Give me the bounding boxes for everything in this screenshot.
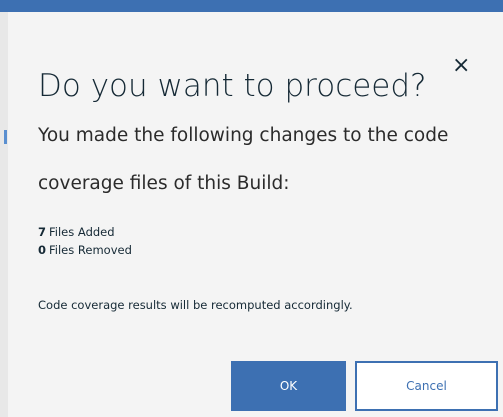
files-removed-row: 0 Files Removed bbox=[38, 241, 132, 259]
files-added-row: 7 Files Added bbox=[38, 223, 132, 241]
files-added-count: 7 bbox=[38, 225, 47, 239]
background-edge bbox=[0, 12, 8, 417]
files-removed-count: 0 bbox=[38, 243, 47, 257]
change-summary: 7 Files Added 0 Files Removed bbox=[38, 223, 132, 259]
dialog-title: Do you want to proceed? bbox=[38, 68, 427, 104]
top-accent-bar bbox=[0, 0, 503, 12]
cancel-button[interactable]: Cancel bbox=[355, 361, 498, 411]
dialog-subtitle: You made the following changes to the co… bbox=[38, 125, 449, 194]
recompute-note: Code coverage results will be recomputed… bbox=[38, 298, 353, 312]
close-icon[interactable]: × bbox=[452, 55, 470, 77]
files-added-label: Files Added bbox=[49, 225, 115, 239]
files-removed-label: Files Removed bbox=[49, 243, 132, 257]
background-marker bbox=[4, 130, 7, 144]
ok-button[interactable]: OK bbox=[231, 361, 346, 411]
